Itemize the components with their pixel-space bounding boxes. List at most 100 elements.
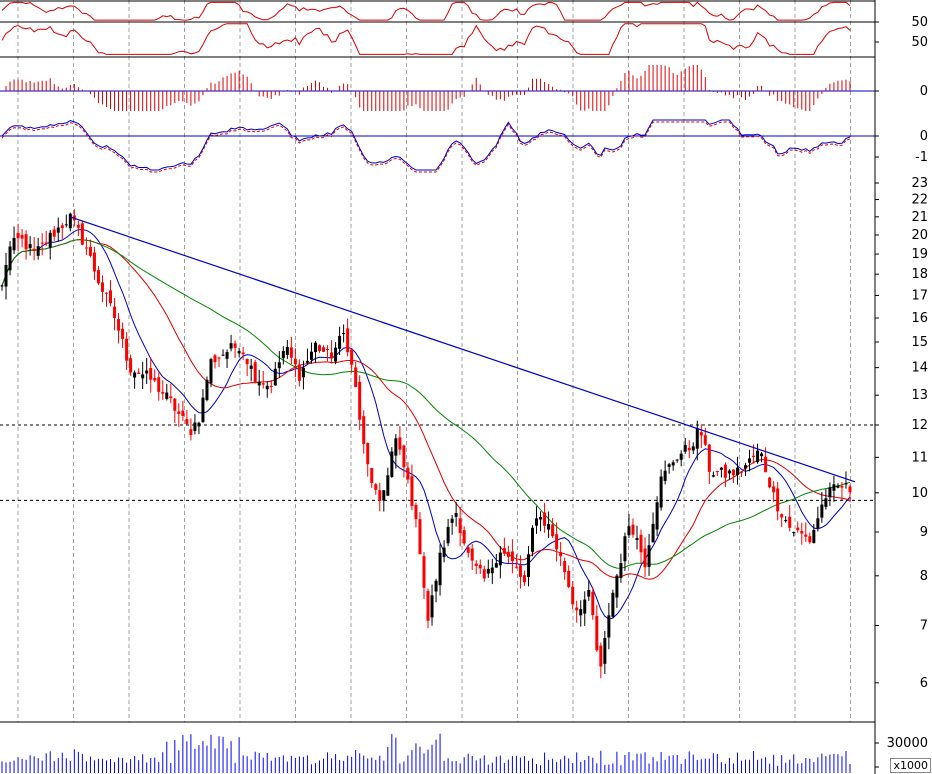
candle: [193, 414, 197, 435]
candle: [748, 449, 752, 472]
candle: [434, 578, 438, 603]
candle: [64, 214, 68, 228]
candle: [165, 383, 169, 401]
candle: [350, 348, 354, 373]
volume-panel: [1, 733, 851, 773]
price-tick-label: 22: [911, 193, 928, 208]
price-tick-label: 12: [911, 418, 928, 433]
macd-tick-label: 0: [920, 129, 928, 144]
candle: [205, 376, 209, 402]
price-tick-label: 7: [920, 618, 928, 633]
candle: [462, 526, 466, 546]
candle: [374, 482, 378, 495]
candle: [470, 543, 474, 570]
candle: [145, 358, 149, 384]
candle: [498, 546, 502, 579]
candle: [780, 513, 784, 528]
candle: [490, 558, 494, 585]
candle: [438, 544, 442, 596]
candle: [370, 467, 374, 488]
candle: [277, 351, 281, 379]
candle: [631, 518, 635, 538]
candle: [382, 490, 386, 512]
candle: [269, 380, 273, 394]
candle: [378, 482, 382, 512]
hist-tick-label: 0: [920, 84, 928, 99]
candle: [422, 552, 426, 600]
candle: [173, 397, 177, 424]
candle: [663, 460, 667, 485]
candle: [599, 642, 603, 679]
candle: [249, 358, 253, 382]
candle: [386, 467, 390, 496]
candle: [739, 471, 743, 477]
candle: [326, 345, 330, 362]
candle: [575, 600, 579, 623]
candle: [32, 237, 36, 261]
candle: [313, 341, 317, 364]
candle: [687, 440, 691, 459]
candle: [804, 522, 808, 542]
candle: [289, 336, 293, 365]
candle: [181, 400, 185, 421]
candle: [16, 223, 20, 252]
candle: [784, 516, 788, 523]
candle: [4, 253, 8, 300]
candle: [820, 491, 824, 523]
candle: [788, 505, 792, 532]
candle: [317, 344, 321, 353]
candle: [502, 537, 506, 556]
candle: [418, 512, 422, 555]
price-tick-label: 21: [911, 210, 928, 225]
candle: [92, 246, 96, 280]
candle: [281, 346, 285, 365]
candle: [526, 546, 530, 587]
candle: [719, 466, 723, 478]
candle: [619, 553, 623, 583]
candle: [104, 292, 108, 307]
candle: [647, 533, 651, 576]
candle: [691, 442, 695, 455]
candle: [117, 312, 121, 344]
price-tick-label: 16: [911, 311, 928, 326]
candle: [113, 297, 117, 331]
price-tick-label: 20: [911, 228, 928, 243]
candle: [683, 438, 687, 454]
candle: [531, 525, 535, 557]
price-tick-label: 14: [911, 361, 928, 376]
candle: [555, 522, 559, 562]
candle: [768, 476, 772, 489]
candle: [699, 424, 703, 448]
candle: [671, 460, 675, 471]
candle: [358, 375, 362, 431]
candle: [414, 502, 418, 528]
candle: [679, 450, 683, 467]
candle: [559, 542, 563, 567]
candle: [543, 503, 547, 533]
candle: [257, 369, 261, 396]
candle: [285, 339, 289, 360]
candle: [522, 570, 526, 587]
candle: [796, 521, 800, 533]
candle: [607, 602, 611, 650]
candle: [80, 220, 84, 246]
candle: [836, 483, 840, 489]
candle: [334, 342, 338, 365]
candle: [615, 573, 619, 608]
price-panel: [0, 209, 875, 679]
candle: [430, 584, 434, 626]
candle: [40, 233, 44, 256]
candle: [547, 511, 551, 538]
candle: [563, 557, 567, 580]
candle: [486, 559, 490, 578]
candle: [133, 370, 137, 389]
price-tick-label: 6: [920, 676, 928, 691]
candle: [48, 229, 52, 260]
candle: [0, 284, 4, 291]
candle: [828, 482, 832, 506]
candle: [253, 359, 257, 384]
candle: [121, 322, 125, 348]
volume-multiplier-label: x1000: [890, 758, 931, 773]
candle: [675, 459, 679, 463]
candle: [20, 229, 24, 248]
